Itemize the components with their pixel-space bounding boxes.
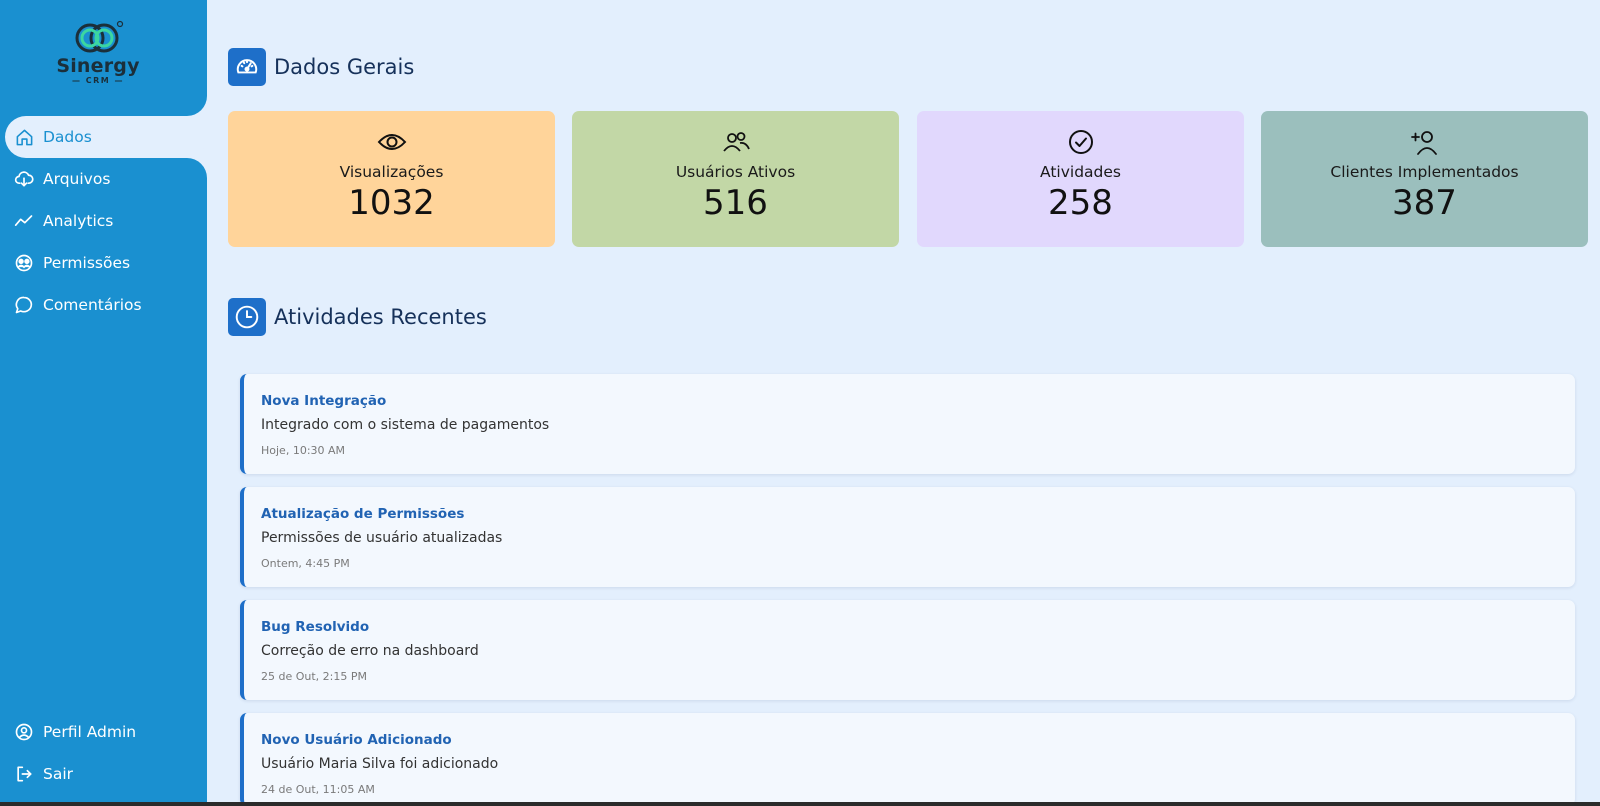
activity-description: Usuário Maria Silva foi adicionado <box>261 756 499 772</box>
activity-title: Atualização de Permissões <box>261 506 465 522</box>
logout-icon <box>14 764 34 784</box>
activity-description: Integrado com o sistema de pagamentos <box>261 417 550 433</box>
brand-name: Sinergy <box>56 55 140 77</box>
taskbar-edge <box>0 802 1600 806</box>
activity-item[interactable]: Bug Resolvido Correção de erro na dashbo… <box>240 600 1575 700</box>
stat-label: Atividades <box>1040 163 1121 181</box>
stat-value: 258 <box>1048 183 1113 223</box>
cloud-download-icon <box>14 169 34 189</box>
sidebar-nav: Dados Arquivos Analytics Permissões Come… <box>0 116 207 326</box>
sidebar-item-comentarios[interactable]: Comentários <box>0 284 207 326</box>
overview-title: Dados Gerais <box>274 55 415 79</box>
user-circle-icon <box>14 722 34 742</box>
stat-card-atividades: Atividades 258 <box>917 111 1244 247</box>
eye-icon <box>377 127 407 157</box>
sidebar-item-sair[interactable]: Sair <box>0 753 207 795</box>
sidebar-item-arquivos[interactable]: Arquivos <box>0 158 207 200</box>
sidebar-item-perfil-admin[interactable]: Perfil Admin <box>0 711 207 753</box>
stat-label: Usuários Ativos <box>675 163 796 181</box>
activity-title: Nova Integração <box>261 393 387 409</box>
sidebar-item-label: Arquivos <box>43 170 111 188</box>
stat-value: 387 <box>1392 183 1457 223</box>
stat-label: Visualizações <box>339 163 444 181</box>
activity-item[interactable]: Novo Usuário Adicionado Usuário Maria Si… <box>240 713 1575 806</box>
sidebar-item-label: Permissões <box>43 254 131 272</box>
trend-line-icon <box>14 211 34 231</box>
sidebar-item-permissoes[interactable]: Permissões <box>0 242 207 284</box>
overview-header: Dados Gerais <box>228 48 414 86</box>
home-icon <box>14 127 34 147</box>
chat-bubble-icon <box>14 295 34 315</box>
activity-item[interactable]: Nova Integração Integrado com o sistema … <box>240 374 1575 474</box>
stat-label: Clientes Implementados <box>1330 163 1519 181</box>
activity-time: 24 de Out, 11:05 AM <box>261 783 375 796</box>
sidebar-item-label: Analytics <box>43 212 114 230</box>
activity-time: Hoje, 10:30 AM <box>261 444 346 457</box>
sidebar-item-label: Perfil Admin <box>43 723 137 741</box>
sidebar-item-label: Dados <box>43 128 92 146</box>
activity-description: Permissões de usuário atualizadas <box>261 530 503 546</box>
brand-logo: Sinergy — CRM — <box>50 18 146 94</box>
sidebar-item-label: Comentários <box>43 296 142 314</box>
sidebar-item-label: Sair <box>43 765 74 783</box>
activity-title: Bug Resolvido <box>261 619 370 635</box>
clock-icon <box>228 298 266 336</box>
activity-time: Ontem, 4:45 PM <box>261 557 350 570</box>
stat-card-usuarios-ativos: Usuários Ativos 516 <box>572 111 899 247</box>
user-plus-icon <box>1410 127 1440 157</box>
activity-time: 25 de Out, 2:15 PM <box>261 670 367 683</box>
activity-item[interactable]: Atualização de Permissões Permissões de … <box>240 487 1575 587</box>
recent-header: Atividades Recentes <box>228 298 487 336</box>
check-circle-icon <box>1067 127 1095 157</box>
users-icon <box>721 127 751 157</box>
stats-cards: Visualizações 1032 Usuários Ativos 516 A… <box>228 111 1588 247</box>
brand-sub: — CRM — <box>71 76 125 85</box>
stat-card-clientes-implementados: Clientes Implementados 387 <box>1261 111 1588 247</box>
activity-description: Correção de erro na dashboard <box>261 643 479 659</box>
stat-card-visualizacoes: Visualizações 1032 <box>228 111 555 247</box>
sidebar-item-analytics[interactable]: Analytics <box>0 200 207 242</box>
sinergy-logo-icon <box>75 20 124 53</box>
sidebar: Sinergy — CRM — Dados Arquivos Analytics <box>0 0 207 802</box>
sidebar-bottom-nav: Perfil Admin Sair <box>0 711 207 795</box>
sidebar-item-dados[interactable]: Dados <box>5 116 207 158</box>
users-circle-icon <box>14 253 34 273</box>
speedometer-icon <box>228 48 266 86</box>
stat-value: 516 <box>703 183 768 223</box>
activity-title: Novo Usuário Adicionado <box>261 732 452 748</box>
recent-title: Atividades Recentes <box>274 305 487 329</box>
stat-value: 1032 <box>348 183 435 223</box>
